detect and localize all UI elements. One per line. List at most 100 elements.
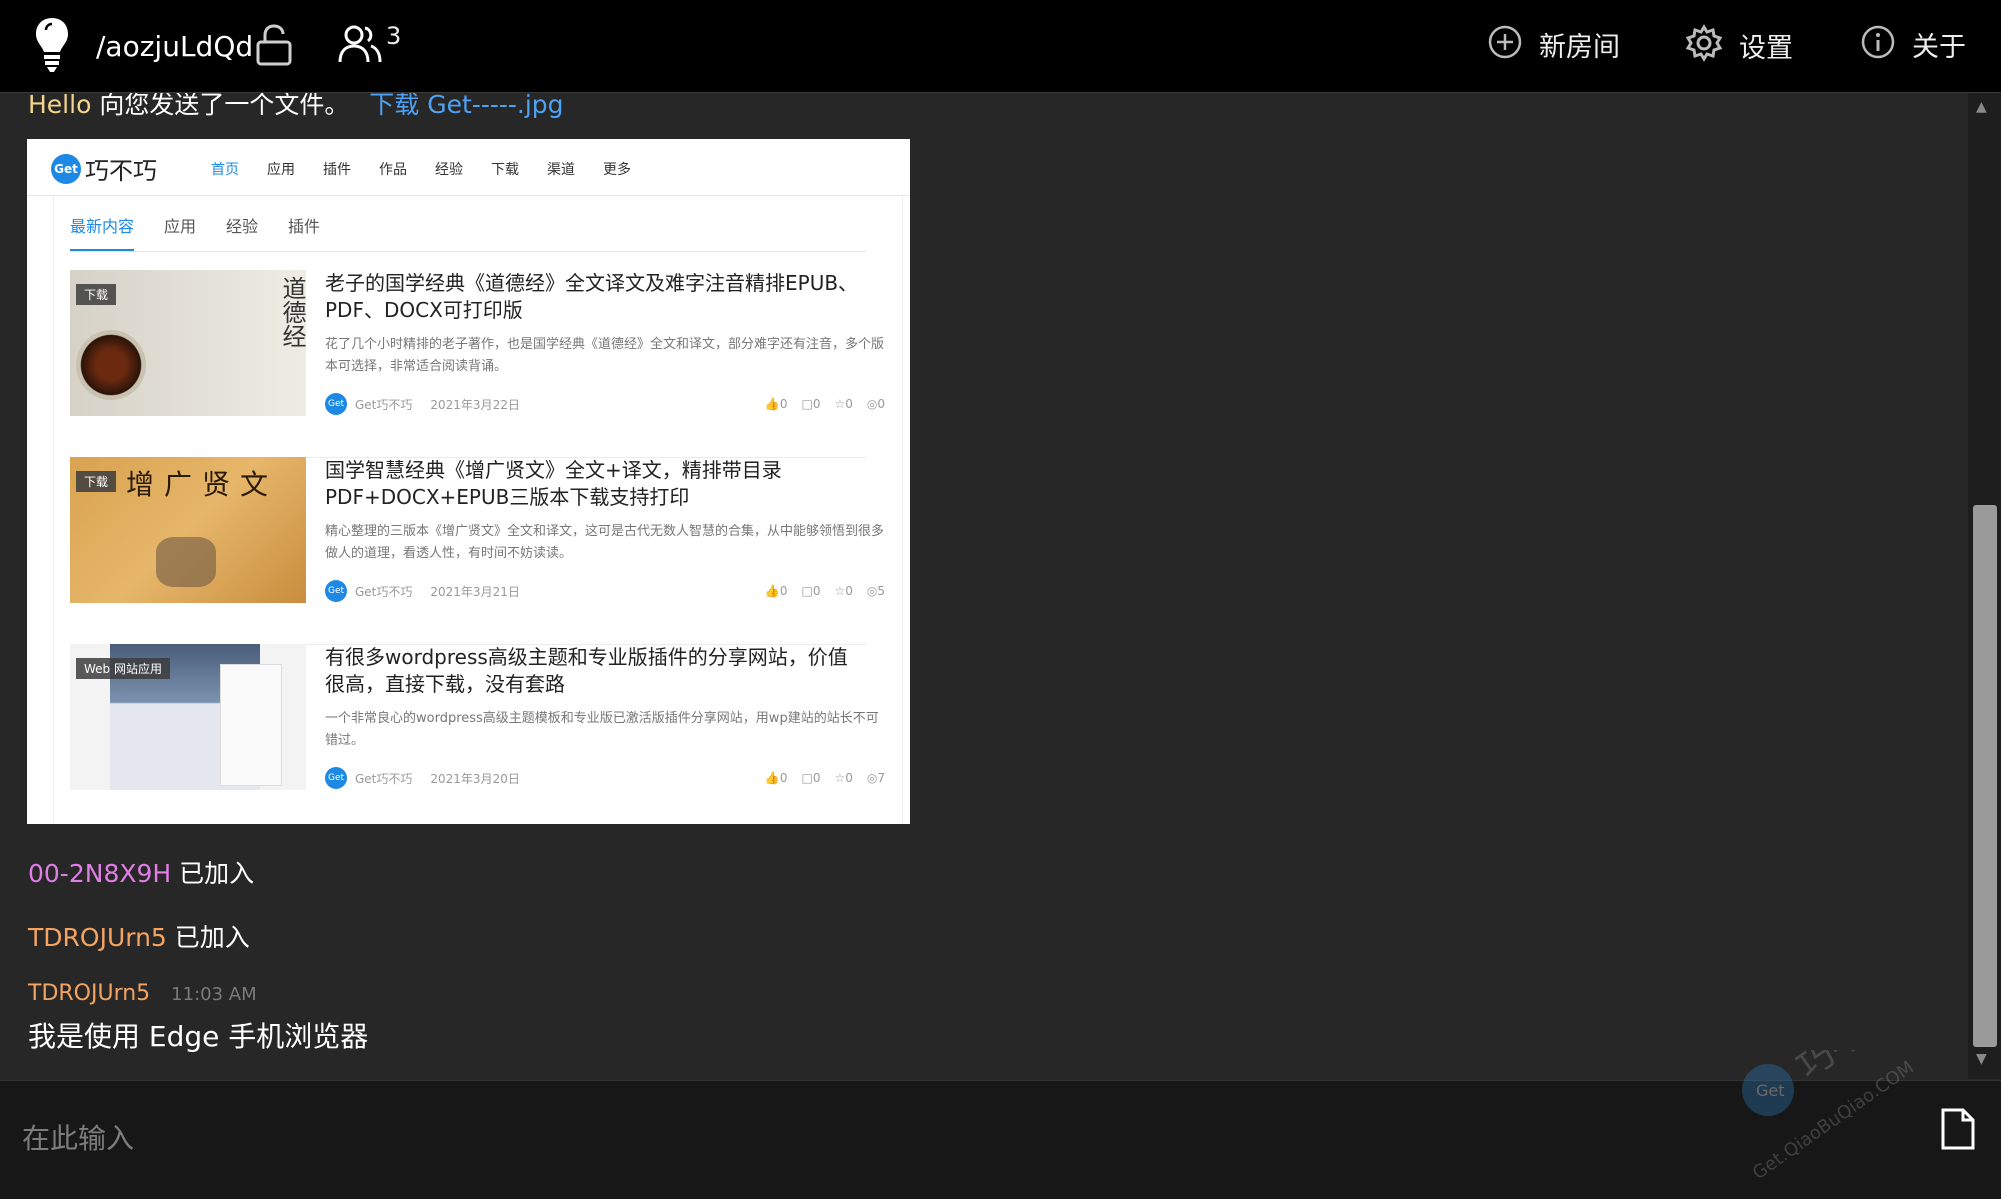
thumbs-up-icon: 👍	[764, 771, 780, 785]
new-room-label: 新房间	[1539, 31, 1620, 63]
article-date: 2021年3月20日	[430, 771, 520, 786]
views-count: 0	[877, 397, 885, 411]
thumb-title: 增广贤文	[126, 468, 279, 501]
comments-stat: □0	[801, 397, 820, 411]
article-stats: 👍0 □0 ☆0 ◎0	[765, 397, 885, 411]
message-time: 11:03 AM	[171, 984, 257, 1005]
article-stats: 👍0 □0 ☆0 ◎5	[765, 584, 885, 598]
views-count: 7	[877, 771, 885, 785]
message-text: 我是使用 Edge 手机浏览器	[28, 1020, 369, 1053]
lightbulb-logo-icon[interactable]	[34, 16, 70, 74]
joined-text: 已加入	[174, 923, 250, 952]
article-tag: 下载	[76, 284, 117, 305]
logo-text: 巧不巧	[85, 157, 157, 185]
comment-icon: □	[801, 584, 813, 598]
site-tab: 最新内容	[70, 213, 135, 252]
settings-label: 设置	[1739, 32, 1793, 64]
comments-count: 0	[812, 397, 821, 411]
menu-item: 插件	[323, 162, 351, 178]
views-stat: ◎5	[867, 584, 885, 598]
thumbs-up-icon: 👍	[764, 397, 780, 411]
users-count-button[interactable]: 3	[338, 22, 401, 68]
join-notice: 00-2N8X9H 已加入	[28, 854, 254, 890]
menu-item: 首页	[211, 162, 239, 178]
author-avatar: Get	[325, 767, 347, 789]
article-meta: Get Get巧不巧 2021年3月21日 👍0 □0 ☆0 ◎5	[325, 579, 885, 603]
favs-count: 0	[845, 771, 853, 785]
info-icon	[1860, 24, 1896, 64]
scroll-up-arrow-icon[interactable]: ▲	[1976, 99, 1987, 115]
eye-icon: ◎	[866, 771, 878, 785]
article-author: Get巧不巧	[355, 584, 413, 599]
unlock-icon[interactable]	[254, 24, 294, 66]
message-sender: TDROJUrn5	[28, 981, 151, 1006]
message-input[interactable]	[20, 1109, 1904, 1167]
menu-item: 渠道	[547, 162, 575, 178]
favs-count: 0	[845, 584, 853, 598]
favs-stat: ☆0	[834, 397, 852, 411]
author-avatar: Get	[325, 580, 347, 602]
download-link[interactable]: 下载 Get-----.jpg	[369, 93, 563, 119]
menu-item: 作品	[379, 162, 407, 178]
new-room-button[interactable]: 新房间	[1487, 24, 1620, 64]
article-title: 老子的国学经典《道德经》全文译文及难字注音精排EPUB、PDF、DOCX可打印版	[325, 271, 859, 322]
article-thumbnail: 增广贤文 下载	[70, 457, 306, 603]
site-tab: 应用	[164, 217, 197, 236]
figures-graphic	[156, 537, 216, 587]
article-date: 2021年3月21日	[430, 584, 520, 599]
likes-count: 0	[779, 584, 788, 598]
star-icon: ☆	[834, 584, 846, 598]
screenshots-graphic	[220, 664, 282, 786]
site-tabs: 最新内容 应用 经验 插件	[70, 213, 320, 252]
views-count: 5	[877, 584, 885, 598]
joined-user-name: TDROJUrn5	[28, 923, 167, 952]
menu-item: 应用	[267, 162, 295, 178]
message-header: TDROJUrn5 11:03 AM	[28, 981, 257, 1006]
views-stat: ◎0	[867, 397, 885, 411]
comments-count: 0	[812, 771, 821, 785]
site-watermark: Get 巧不巧 Get.QiaoBuQiao.COM	[1738, 992, 1978, 1194]
article-stats: 👍0 □0 ☆0 ◎7	[765, 771, 885, 785]
site-menu: 首页 应用 插件 作品 经验 下载 渠道 更多	[211, 159, 631, 179]
chat-area: Hello 向您发送了一个文件。 下载 Get-----.jpg Get 巧不巧…	[0, 93, 1968, 1079]
article-thumbnail: 道德经 下载	[70, 270, 306, 416]
article-meta: Get Get巧不巧 2021年3月22日 👍0 □0 ☆0 ◎0	[325, 392, 885, 416]
eye-icon: ◎	[866, 584, 878, 598]
views-stat: ◎7	[867, 771, 885, 785]
menu-item: 下载	[491, 162, 519, 178]
star-icon: ☆	[834, 771, 846, 785]
site-nav: Get 巧不巧 首页 应用 插件 作品 经验 下载 渠道 更多	[27, 139, 910, 196]
settings-button[interactable]: 设置	[1685, 24, 1793, 66]
likes-count: 0	[779, 771, 788, 785]
tab-divider	[70, 251, 866, 252]
article-summary: 精心整理的三版本《增广贤文》全文和译文，这可是古代无数人智慧的合集，从中能够领悟…	[325, 524, 885, 561]
file-message: Hello 向您发送了一个文件。 下载 Get-----.jpg	[28, 93, 564, 117]
likes-stat: 👍0	[765, 771, 788, 785]
comment-icon: □	[801, 771, 813, 785]
eye-icon: ◎	[866, 397, 878, 411]
article-author: Get巧不巧	[355, 397, 413, 412]
comments-stat: □0	[801, 771, 820, 785]
chat-scrollbar[interactable]: ▲ ▼	[1968, 93, 2001, 1079]
shared-image[interactable]: Get 巧不巧 首页 应用 插件 作品 经验 下载 渠道 更多 最新内容 应用 …	[27, 139, 910, 824]
top-bar: /aozjuLdQd 3 新房间 设置 关于	[0, 0, 2001, 93]
scrollbar-thumb[interactable]	[1973, 505, 1997, 1047]
file-message-text: 向您发送了一个文件。	[99, 93, 350, 119]
sender-name: Hello	[28, 93, 92, 119]
logo-badge: Get	[51, 153, 81, 184]
likes-stat: 👍0	[765, 584, 788, 598]
likes-stat: 👍0	[765, 397, 788, 411]
about-label: 关于	[1912, 31, 1966, 63]
article-item: 增广贤文 下载 国学智慧经典《增广贤文》全文+译文，精排带目录PDF+DOCX+…	[70, 457, 885, 645]
article-author: Get巧不巧	[355, 771, 413, 786]
article-summary: 一个非常良心的wordpress高级主题模板和专业版已激活版插件分享网站，用wp…	[325, 711, 879, 748]
author-avatar: Get	[325, 393, 347, 415]
likes-count: 0	[779, 397, 788, 411]
article-summary: 花了几个小时精排的老子著作，也是国学经典《道德经》全文和译文，部分难字还有注音，…	[325, 337, 885, 374]
about-button[interactable]: 关于	[1860, 24, 1966, 64]
site-tab: 经验	[226, 217, 259, 236]
favs-stat: ☆0	[834, 771, 852, 785]
plus-circle-icon	[1487, 24, 1523, 64]
site-tab: 插件	[288, 217, 321, 236]
room-path[interactable]: /aozjuLdQd	[96, 30, 253, 63]
